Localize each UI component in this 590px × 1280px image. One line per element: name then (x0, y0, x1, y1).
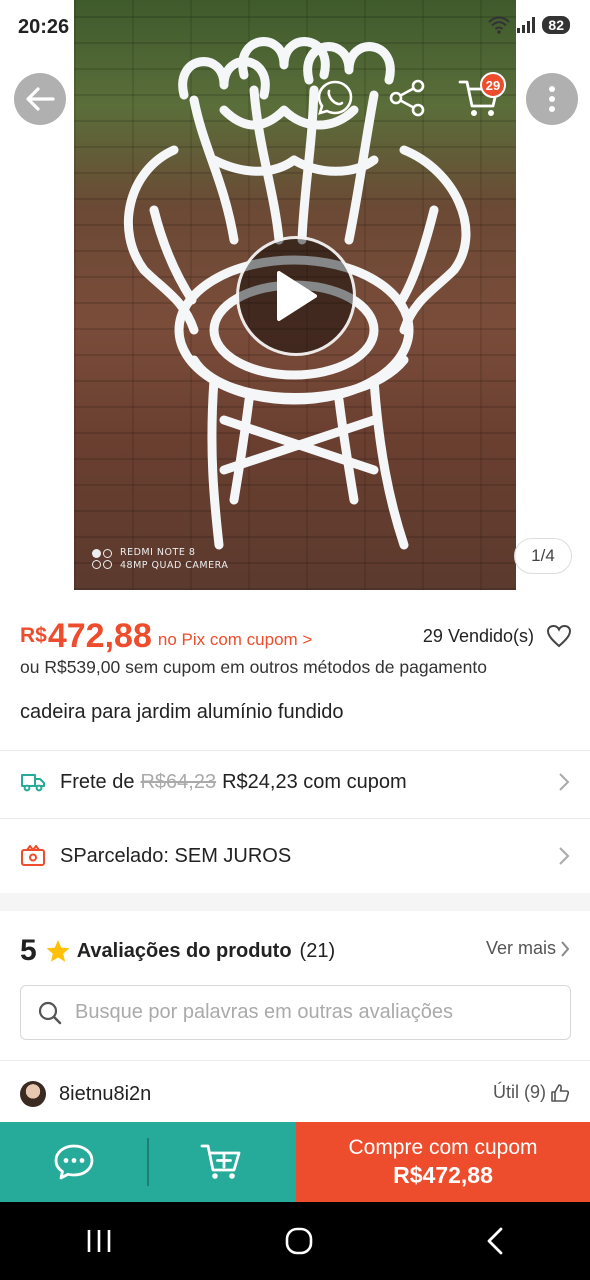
reviews-count: (21) (299, 939, 336, 962)
chat-icon (54, 1144, 94, 1180)
add-to-cart-icon (200, 1144, 241, 1179)
shipping-label: Frete de (60, 770, 135, 793)
rating-value: 5 (20, 934, 37, 967)
chat-button[interactable] (0, 1122, 148, 1202)
status-time: 20:26 (18, 16, 70, 38)
signal-icon (517, 17, 536, 33)
play-icon (277, 271, 317, 321)
price-note-link[interactable]: no Pix com cupom > (158, 630, 313, 650)
product-title: cadeira para jardim alumínio fundido (20, 701, 344, 723)
chevron-right-icon (559, 847, 570, 865)
review-search-input[interactable] (75, 1001, 545, 1024)
reviewer-name: 8ietnu8i2n (59, 1082, 152, 1105)
camera-logo-icon (92, 547, 114, 571)
divider (147, 1138, 149, 1186)
video-play-button[interactable] (236, 236, 356, 356)
back-button[interactable] (14, 73, 66, 125)
thumbs-up-icon (551, 1083, 570, 1102)
battery-level: 82 (542, 16, 570, 34)
favorite-button[interactable] (546, 624, 572, 653)
whatsapp-share-button[interactable] (313, 76, 357, 120)
more-vertical-icon (549, 86, 555, 112)
camera-line-2: 48MP QUAD CAMERA (120, 560, 229, 571)
home-icon[interactable] (284, 1226, 314, 1256)
search-icon (38, 1001, 62, 1024)
alternative-price: ou R$539,00 sem cupom em outros métodos … (20, 657, 487, 677)
shipping-row[interactable]: Frete de R$64,23 R$24,23 com cupom (20, 762, 570, 802)
shipping-old-price: R$64,23 (140, 770, 217, 793)
nav-back-icon[interactable] (485, 1227, 505, 1255)
see-more-link[interactable]: Ver mais (486, 938, 570, 959)
buy-button-label: Compre com cupom (348, 1135, 538, 1159)
recent-apps-icon[interactable] (85, 1228, 113, 1254)
heart-icon (546, 624, 572, 648)
sold-count: 29 Vendido(s) (422, 626, 534, 646)
camera-line-1: REDMI NOTE 8 (120, 547, 196, 558)
reviews-title: Avaliações do produto (76, 939, 292, 962)
see-more-label: Ver mais (485, 938, 556, 958)
useful-label: Útil (9) (493, 1082, 546, 1102)
review-search-box[interactable] (20, 985, 571, 1040)
divider (0, 750, 590, 751)
share-icon (389, 79, 425, 117)
system-navigation-bar (0, 1202, 590, 1280)
bottom-action-bar: Compre com cupom R$472,88 (0, 1122, 590, 1202)
buy-with-coupon-button[interactable]: Compre com cupom R$472,88 (296, 1122, 590, 1202)
installments-row[interactable]: SParcelado: SEM JUROS (20, 836, 570, 876)
star-icon (46, 940, 70, 962)
camera-watermark: REDMI NOTE 8 48MP QUAD CAMERA (92, 546, 228, 572)
bottom-left-actions (0, 1122, 296, 1202)
shipping-new-price: R$24,23 com cupom (222, 770, 407, 793)
useful-button[interactable]: Útil (9) (493, 1082, 570, 1103)
image-counter: 1/4 (514, 538, 572, 574)
share-button[interactable] (385, 76, 429, 120)
chevron-right-icon (561, 940, 570, 957)
wifi-icon (488, 16, 511, 34)
add-to-cart-button[interactable] (148, 1122, 296, 1202)
buy-button-price: R$472,88 (393, 1161, 493, 1188)
chevron-right-icon (559, 773, 570, 791)
product-gallery[interactable]: REDMI NOTE 8 48MP QUAD CAMERA 20:26 82 2… (0, 0, 590, 598)
truck-icon (20, 772, 50, 792)
installments-label: SParcelado: SEM JUROS (60, 844, 292, 867)
avatar[interactable] (20, 1081, 46, 1107)
more-options-button[interactable] (526, 73, 578, 125)
review-item: 8ietnu8i2n Útil (9) (20, 1076, 570, 1112)
arrow-left-icon (26, 87, 55, 111)
divider (0, 818, 590, 819)
price-currency: R$ (20, 624, 47, 647)
whatsapp-icon (317, 80, 353, 115)
reviews-header: 5 Avaliações do produto (21) Ver mais (20, 930, 570, 972)
installments-icon (20, 845, 50, 867)
price-value: 472,88 (47, 617, 152, 655)
cart-count-badge: 29 (480, 72, 506, 98)
section-separator (0, 893, 590, 911)
status-icons: 82 (488, 16, 570, 34)
divider (0, 1060, 590, 1061)
